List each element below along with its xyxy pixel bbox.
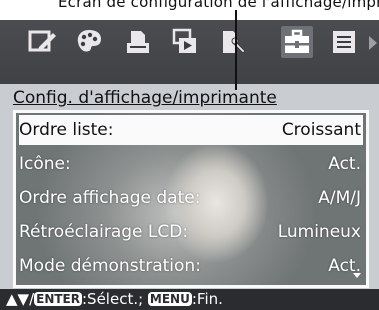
up-down-arrows-icon: ▲▼/ bbox=[6, 290, 35, 308]
scroll-down-arrow-icon[interactable] bbox=[353, 273, 361, 278]
row-label: Icône: bbox=[19, 154, 71, 174]
list-row-icone[interactable]: Icône: Act. bbox=[19, 149, 363, 179]
callout-text: Écran de configuration de l'affichage/im… bbox=[58, 0, 379, 11]
row-label: Mode démonstration: bbox=[19, 256, 201, 276]
row-label: Ordre liste: bbox=[19, 120, 114, 140]
list-icon[interactable] bbox=[328, 26, 360, 58]
row-value: Croissant bbox=[281, 120, 361, 140]
slideshow-icon[interactable] bbox=[169, 26, 201, 58]
list-row-retroeclairage-lcd[interactable]: Rétroéclairage LCD: Lumineux bbox=[19, 217, 363, 247]
menu-toolbar bbox=[0, 20, 379, 68]
callout-line bbox=[235, 10, 237, 90]
print-setting-icon[interactable] bbox=[217, 26, 249, 58]
end-help-text: :Fin. bbox=[191, 290, 223, 308]
list-row-ordre-affichage-date[interactable]: Ordre affichage date: A/M/J bbox=[19, 183, 363, 213]
panel-title: Config. d'affichage/imprimante bbox=[13, 88, 277, 108]
select-help-text: :Sélect.; bbox=[82, 290, 148, 308]
menu-key-icon: MENU bbox=[147, 292, 192, 306]
list-row-ordre-liste[interactable]: Ordre liste: Croissant bbox=[19, 115, 363, 145]
toolbox-icon[interactable] bbox=[281, 26, 313, 58]
row-value: Lumineux bbox=[277, 222, 361, 242]
enter-key-icon: ENTER bbox=[34, 292, 82, 306]
print-icon[interactable] bbox=[122, 26, 154, 58]
palette-icon[interactable] bbox=[73, 26, 105, 58]
callout-annotation: Écran de configuration de l'affichage/im… bbox=[0, 0, 379, 20]
scroll-right-arrow-icon[interactable] bbox=[369, 36, 377, 50]
row-value: Act. bbox=[328, 154, 361, 174]
row-value: A/M/J bbox=[318, 188, 361, 208]
edit-icon[interactable] bbox=[26, 26, 58, 58]
row-label: Ordre affichage date: bbox=[19, 188, 201, 208]
row-label: Rétroéclairage LCD: bbox=[19, 222, 189, 242]
key-help-bar: ▲▼/ENTER:Sélect.; MENU:Fin. bbox=[0, 289, 379, 310]
settings-list: Ordre liste: Croissant Icône: Act. Ordre… bbox=[13, 110, 369, 288]
list-row-mode-demonstration[interactable]: Mode démonstration: Act. bbox=[19, 251, 363, 281]
